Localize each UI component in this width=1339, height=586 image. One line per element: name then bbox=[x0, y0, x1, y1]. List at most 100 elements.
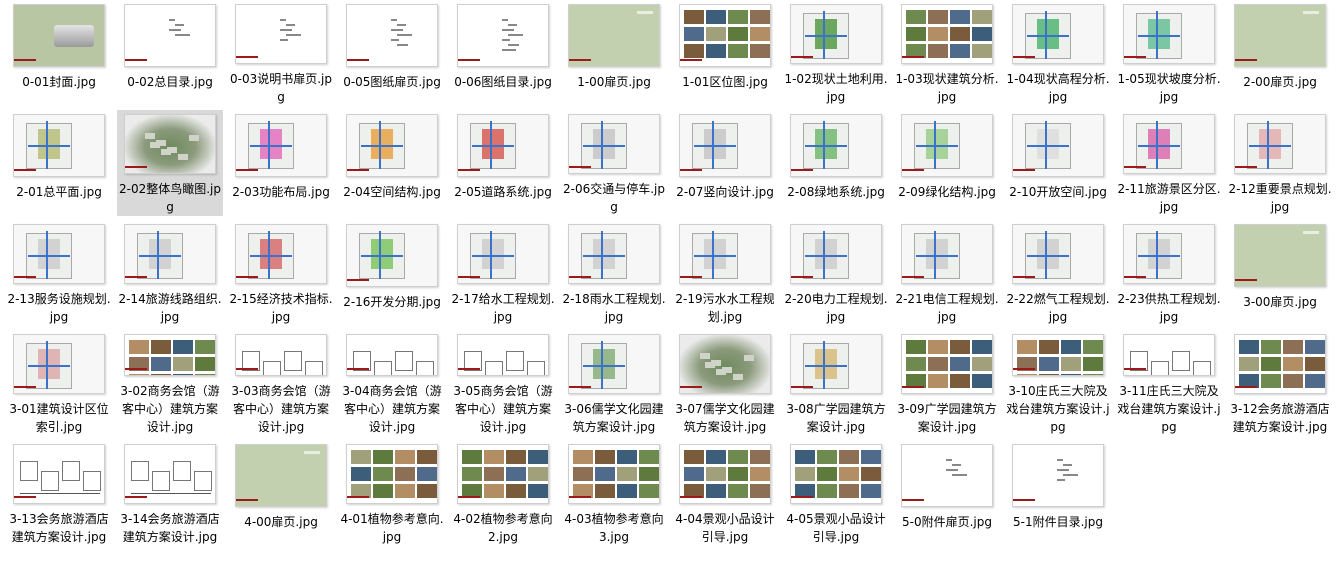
file-thumbnail bbox=[124, 334, 216, 376]
file-thumbnail bbox=[1123, 224, 1215, 284]
file-name: 1-00扉页.jpg bbox=[577, 75, 651, 89]
file-name: 3-06儒学文化园建筑方案设计.jpg bbox=[564, 402, 664, 434]
file-thumbnail bbox=[679, 4, 771, 67]
file-name: 2-15经济技术指标.jpg bbox=[229, 292, 333, 324]
file-thumbnail bbox=[124, 224, 216, 284]
file-item[interactable]: 2-19污水水工程规划.jpg bbox=[672, 220, 778, 326]
file-name: 3-11庄氏三大院及戏台建筑方案设计.jpg bbox=[1117, 384, 1221, 434]
file-thumbnail bbox=[124, 114, 216, 174]
file-name: 2-04空间结构.jpg bbox=[343, 185, 441, 199]
file-item[interactable]: 2-06交通与停车.jpg bbox=[561, 110, 667, 216]
file-item[interactable]: 2-18雨水工程规划.jpg bbox=[561, 220, 667, 326]
file-item[interactable]: 0-03说明书扉页.jpg bbox=[228, 0, 334, 106]
file-thumbnail bbox=[568, 334, 660, 394]
file-item[interactable]: 2-22燃气工程规划.jpg bbox=[1005, 220, 1111, 326]
file-item[interactable]: 2-08绿地系统.jpg bbox=[783, 110, 889, 216]
file-item[interactable]: 3-11庄氏三大院及戏台建筑方案设计.jpg bbox=[1116, 330, 1222, 436]
file-name: 2-14旅游线路组织.jpg bbox=[118, 292, 222, 324]
file-thumbnail bbox=[346, 334, 438, 376]
file-name: 2-05道路系统.jpg bbox=[454, 185, 552, 199]
file-name: 2-09绿化结构.jpg bbox=[898, 185, 996, 199]
file-thumbnail bbox=[457, 4, 549, 67]
file-name: 2-21电信工程规划.jpg bbox=[895, 292, 999, 324]
file-item[interactable]: 4-04景观小品设计引导.jpg bbox=[672, 440, 778, 546]
file-item[interactable]: 3-00扉页.jpg bbox=[1227, 220, 1333, 326]
file-item[interactable]: 2-20电力工程规划.jpg bbox=[783, 220, 889, 326]
file-item[interactable]: 4-03植物参考意向3.jpg bbox=[561, 440, 667, 546]
file-item[interactable]: 3-04商务会馆（游客中心）建筑方案设计.jpg bbox=[339, 330, 445, 436]
file-item[interactable]: 4-05景观小品设计引导.jpg bbox=[783, 440, 889, 546]
file-item[interactable]: 3-13会务旅游酒店建筑方案设计.jpg bbox=[6, 440, 112, 546]
file-item[interactable]: 1-02现状土地利用.jpg bbox=[783, 0, 889, 106]
file-item[interactable]: 2-14旅游线路组织.jpg bbox=[117, 220, 223, 326]
file-item[interactable]: 2-11旅游景区分区.jpg bbox=[1116, 110, 1222, 216]
file-name: 2-03功能布局.jpg bbox=[232, 185, 330, 199]
file-item[interactable]: 2-05道路系统.jpg bbox=[450, 110, 556, 216]
file-thumbnail bbox=[1012, 334, 1104, 376]
file-item[interactable]: 3-07儒学文化园建筑方案设计.jpg bbox=[672, 330, 778, 436]
file-item[interactable]: 2-13服务设施规划.jpg bbox=[6, 220, 112, 326]
file-name: 2-11旅游景区分区.jpg bbox=[1117, 182, 1221, 214]
file-item[interactable]: 2-16开发分期.jpg bbox=[339, 220, 445, 326]
file-item[interactable]: 3-06儒学文化园建筑方案设计.jpg bbox=[561, 330, 667, 436]
file-thumbnail bbox=[13, 334, 105, 394]
file-thumbnail bbox=[13, 4, 105, 67]
file-thumbnail bbox=[346, 224, 438, 287]
file-item[interactable]: 2-04空间结构.jpg bbox=[339, 110, 445, 216]
file-item[interactable]: 2-21电信工程规划.jpg bbox=[894, 220, 1000, 326]
file-item[interactable]: 3-12会务旅游酒店建筑方案设计.jpg bbox=[1227, 330, 1333, 436]
file-item[interactable]: 1-01区位图.jpg bbox=[672, 0, 778, 106]
file-item[interactable]: 2-17给水工程规划.jpg bbox=[450, 220, 556, 326]
file-item[interactable]: 3-03商务会馆（游客中心）建筑方案设计.jpg bbox=[228, 330, 334, 436]
file-item[interactable]: 0-02总目录.jpg bbox=[117, 0, 223, 106]
file-item[interactable]: 5-0附件扉页.jpg bbox=[894, 440, 1000, 546]
file-item[interactable]: 2-23供热工程规划.jpg bbox=[1116, 220, 1222, 326]
file-name: 3-01建筑设计区位索引.jpg bbox=[9, 402, 109, 434]
file-item[interactable]: 2-02整体鸟瞰图.jpg bbox=[117, 110, 223, 216]
file-item[interactable]: 0-05图纸扉页.jpg bbox=[339, 0, 445, 106]
file-item[interactable]: 4-02植物参考意向2.jpg bbox=[450, 440, 556, 546]
file-item[interactable]: 3-05商务会馆（游客中心）建筑方案设计.jpg bbox=[450, 330, 556, 436]
file-item[interactable]: 3-08广学园建筑方案设计.jpg bbox=[783, 330, 889, 436]
file-item[interactable]: 2-03功能布局.jpg bbox=[228, 110, 334, 216]
file-item[interactable]: 0-06图纸目录.jpg bbox=[450, 0, 556, 106]
file-name: 3-08广学园建筑方案设计.jpg bbox=[786, 402, 886, 434]
file-item[interactable]: 2-09绿化结构.jpg bbox=[894, 110, 1000, 216]
file-item[interactable]: 0-01封面.jpg bbox=[6, 0, 112, 106]
file-item[interactable]: 2-01总平面.jpg bbox=[6, 110, 112, 216]
file-item[interactable]: 1-03现状建筑分析.jpg bbox=[894, 0, 1000, 106]
file-name: 4-02植物参考意向2.jpg bbox=[453, 512, 553, 544]
file-item[interactable]: 2-07竖向设计.jpg bbox=[672, 110, 778, 216]
file-thumbnail bbox=[124, 4, 216, 67]
file-item[interactable]: 2-12重要景点规划.jpg bbox=[1227, 110, 1333, 216]
file-item[interactable]: 2-15经济技术指标.jpg bbox=[228, 220, 334, 326]
file-item[interactable]: 2-00扉页.jpg bbox=[1227, 0, 1333, 106]
file-item[interactable]: 3-10庄氏三大院及戏台建筑方案设计.jpg bbox=[1005, 330, 1111, 436]
file-thumbnail bbox=[790, 114, 882, 177]
file-thumbnail bbox=[901, 224, 993, 284]
file-item[interactable]: 4-01植物参考意向.jpg bbox=[339, 440, 445, 546]
file-thumbnail bbox=[568, 114, 660, 174]
file-item[interactable]: 3-14会务旅游酒店建筑方案设计.jpg bbox=[117, 440, 223, 546]
file-thumbnail bbox=[568, 4, 660, 67]
file-thumbnail bbox=[346, 114, 438, 177]
file-item[interactable]: 1-00扉页.jpg bbox=[561, 0, 667, 106]
file-name: 1-02现状土地利用.jpg bbox=[784, 72, 888, 104]
file-name: 3-02商务会馆（游客中心）建筑方案设计.jpg bbox=[120, 384, 220, 434]
file-name: 0-02总目录.jpg bbox=[127, 75, 213, 89]
file-name: 3-04商务会馆（游客中心）建筑方案设计.jpg bbox=[342, 384, 442, 434]
file-item[interactable]: 3-09广学园建筑方案设计.jpg bbox=[894, 330, 1000, 436]
file-thumbnail bbox=[1012, 224, 1104, 284]
file-name: 4-01植物参考意向.jpg bbox=[340, 512, 444, 544]
file-item[interactable]: 3-02商务会馆（游客中心）建筑方案设计.jpg bbox=[117, 330, 223, 436]
file-item[interactable]: 4-00扉页.jpg bbox=[228, 440, 334, 546]
file-item[interactable]: 3-01建筑设计区位索引.jpg bbox=[6, 330, 112, 436]
file-thumbnail bbox=[457, 334, 549, 376]
file-grid: 0-01封面.jpg 0-02总目录.jpg 0-03说明书扉页.jpg 0-05图纸… bbox=[0, 0, 1339, 586]
file-thumbnail bbox=[679, 224, 771, 284]
file-item[interactable]: 2-10开放空间.jpg bbox=[1005, 110, 1111, 216]
file-item[interactable]: 1-05现状坡度分析.jpg bbox=[1116, 0, 1222, 106]
file-item[interactable]: 5-1附件目录.jpg bbox=[1005, 440, 1111, 546]
file-thumbnail bbox=[1234, 114, 1326, 174]
file-item[interactable]: 1-04现状高程分析.jpg bbox=[1005, 0, 1111, 106]
